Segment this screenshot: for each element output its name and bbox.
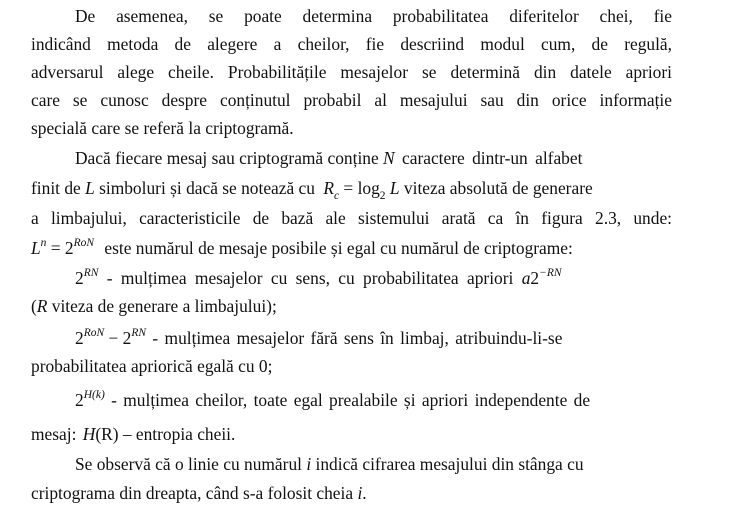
text: simboluri și dacă se notează cu (94, 178, 320, 198)
para1-line4: care se cunosc despre conținutul probabi… (31, 90, 672, 110)
formula-2hk: 2H(k) (75, 389, 105, 410)
text: finit de (31, 178, 86, 198)
text: este numărul de mesaje posibile și egal … (100, 238, 573, 258)
formula-2ron-minus-2rn: 2RoN − 2RN (75, 327, 147, 348)
formula-ln: Ln = 2RoN (31, 237, 95, 258)
formula-a2rn: a2−RN (521, 267, 562, 288)
text: - mulțimea mesajelor cu sens, cu probabi… (98, 268, 522, 288)
item1-line2: (R viteza de generare a limbajului); (31, 296, 277, 316)
text: caractere dintr-un alfabet (394, 148, 583, 168)
variable-L: L (85, 178, 95, 198)
para1-line2: indicând metoda de alegere a cheilor, fi… (31, 34, 672, 54)
item2-line2: probabilitatea apriorică egală cu 0; (31, 356, 273, 376)
para3-line2: criptograma din dreapta, când s-a folosi… (31, 483, 367, 503)
para1-line5: specială care se referă la criptogramă. (31, 118, 294, 138)
text: - mulțimea cheilor, toate egal prealabil… (104, 390, 591, 410)
formula-rc: Rc = log2 L (323, 178, 400, 202)
text: - mulțimea mesajelor fără sens în limbaj… (146, 328, 563, 348)
para3-line1: Se observă că o linie cu numărul i indic… (75, 454, 584, 474)
item2-line1: 2RoN − 2RN - mulțimea mesajelor fără sen… (75, 327, 563, 349)
para2-line1: Dacă fiecare mesaj sau criptogramă conți… (75, 148, 582, 169)
item3-line1: 2H(k) - mulțimea cheilor, toate egal pre… (75, 389, 591, 411)
para1-line3: adversarul alege cheile. Probabilitățile… (31, 62, 672, 82)
formula-2rn: 2RN (75, 267, 99, 288)
text: viteza absolută de generare (399, 178, 593, 198)
document-page: De asemenea, se poate determina probabil… (0, 0, 733, 522)
formula-hr: H(R) (82, 424, 119, 444)
item3-line2: mesaj: H(R) – entropia cheii. (31, 424, 236, 444)
para1-line1: De asemenea, se poate determina probabil… (75, 6, 672, 26)
para2-line2: finit de L simboluri și dacă se notează … (31, 178, 593, 202)
para2-line4: Ln = 2RoN este numărul de mesaje posibil… (31, 237, 573, 259)
item1-line1: 2RN - mulțimea mesajelor cu sens, cu pro… (75, 267, 562, 289)
text: Dacă fiecare mesaj sau criptogramă conți… (75, 148, 384, 168)
variable-N: N (383, 148, 395, 168)
para2-line3: a limbajului, caracteristicile de bază a… (31, 208, 672, 228)
